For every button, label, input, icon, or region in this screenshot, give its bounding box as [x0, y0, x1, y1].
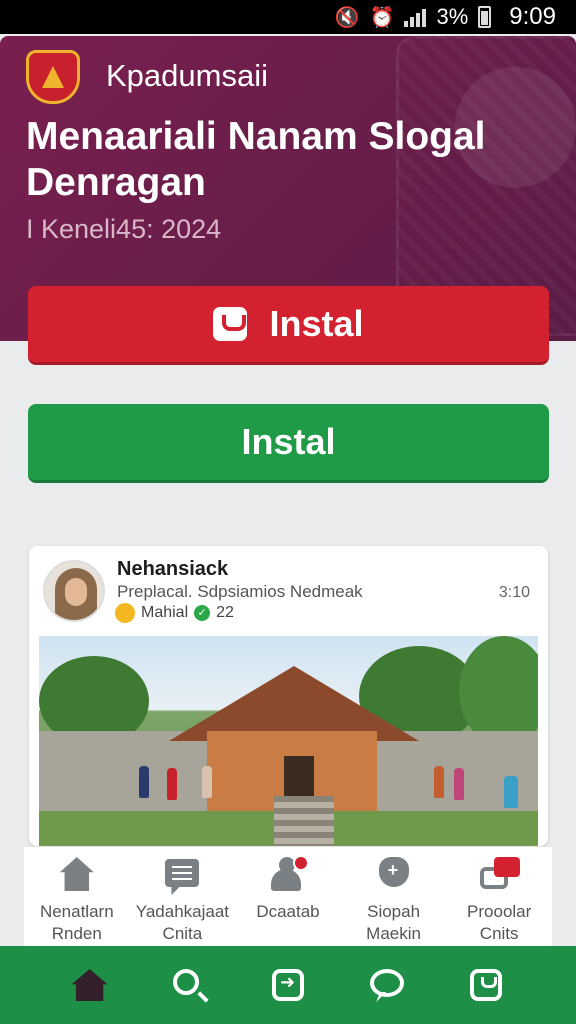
shopping-bag-icon: [213, 307, 248, 341]
install-button-label: Instal: [269, 303, 364, 344]
nav-bag-button[interactable]: [464, 963, 508, 1007]
notification-icon: 🔇: [334, 6, 360, 29]
message-red-icon: [480, 857, 521, 893]
post-meta-label: Mahial: [141, 604, 189, 621]
quick-action-chat[interactable]: Yadahkajaat Cnita: [130, 847, 236, 946]
post-meta: Mahial ✓ 22: [115, 603, 234, 623]
install-button-label: Instal: [241, 421, 336, 462]
quick-action-gear[interactable]: Siopah Maekin: [341, 847, 447, 946]
post-photo[interactable]: [39, 636, 538, 846]
signal-icon: [404, 7, 427, 27]
bottom-nav: [0, 946, 576, 1024]
status-bar: 🔇 ⏰ 3% 9:09: [0, 0, 576, 34]
quick-action-label: Nenatlarn Rnden: [39, 902, 114, 943]
install-button-primary[interactable]: Instal: [28, 286, 549, 365]
emoji-icon: [115, 603, 135, 623]
gear-add-icon: [375, 857, 413, 893]
post-card[interactable]: Nehansiack Preplacal. Sdpsiamios Nedmeak…: [29, 546, 548, 846]
nav-search-button[interactable]: [167, 963, 211, 1007]
home-icon: [71, 969, 108, 1001]
nav-home-button[interactable]: [68, 963, 112, 1007]
chat-icon: [370, 969, 405, 997]
quick-action-message[interactable]: Prooolar Cnits: [446, 847, 552, 946]
install-button-secondary[interactable]: Instal: [28, 404, 549, 483]
chat-icon: [163, 857, 201, 893]
quick-action-label: Prooolar Cnits: [467, 902, 532, 943]
post-time: 3:10: [498, 584, 530, 601]
app-name: Kpadumsaii: [106, 58, 268, 93]
battery-percent: 3%: [436, 4, 469, 29]
post-subtitle: Preplacal. Sdpsiamios Nedmeak: [117, 582, 363, 601]
page-title: Menaariali Nanam Slogal Denragan: [26, 115, 486, 204]
share-icon: [271, 969, 304, 1001]
avatar[interactable]: [43, 560, 105, 622]
quick-action-home[interactable]: Nenatlarn Rnden: [24, 847, 130, 946]
home-icon: [58, 857, 96, 893]
search-icon: [172, 969, 199, 995]
nav-chat-button[interactable]: [365, 963, 409, 1007]
clock: 9:09: [509, 3, 556, 30]
quick-action-label: Dcaatab: [256, 902, 320, 921]
emblem-logo: [26, 50, 80, 104]
quick-action-label: Siopah Maekin: [366, 902, 421, 943]
post-author[interactable]: Nehansiack: [117, 558, 228, 581]
quick-action-user[interactable]: Dcaatab: [235, 847, 341, 946]
quick-action-label: Yadahkajaat Cnita: [135, 902, 230, 943]
post-meta-count: 22: [216, 604, 234, 621]
bag-icon: [470, 969, 503, 1001]
verified-icon: ✓: [194, 605, 211, 621]
battery-icon: [478, 6, 492, 28]
page-date: I Keneli45: 2024: [26, 214, 222, 244]
alarm-icon: ⏰: [369, 6, 395, 29]
user-icon: [269, 855, 309, 893]
nav-share-button[interactable]: [266, 963, 310, 1007]
quick-actions-bar: Nenatlarn Rnden Yadahkajaat Cnita Dcaata…: [24, 846, 552, 946]
